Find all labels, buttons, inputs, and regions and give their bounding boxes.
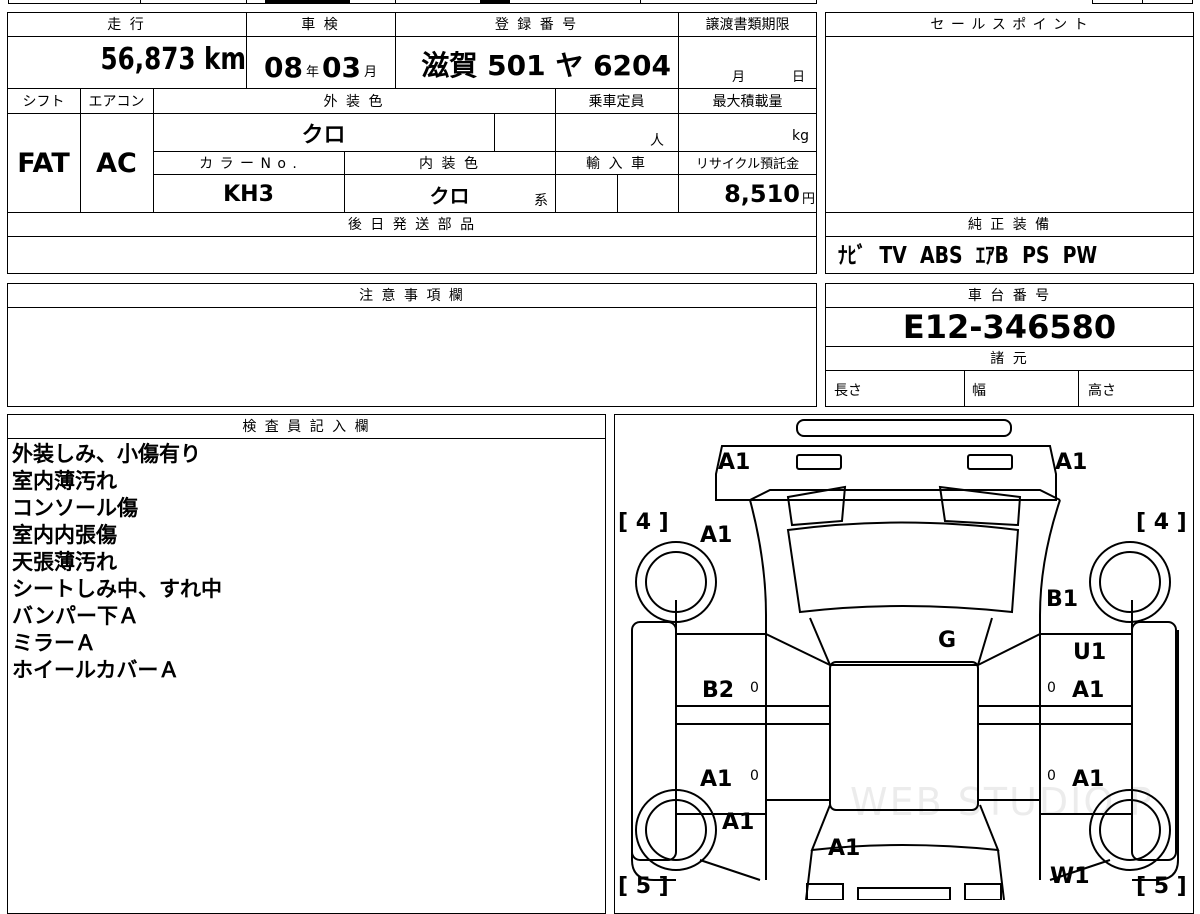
watermark: WEB STUDIO PRO	[850, 780, 1150, 824]
mark-right-rear-fender: W1	[1050, 864, 1090, 889]
mark-zero-rf: 0	[1047, 680, 1056, 696]
mark-front-left-fender: A1	[700, 523, 733, 548]
tire-rear-left: [ 5 ]	[618, 874, 669, 899]
mark-front-right-fender: B1	[1046, 587, 1079, 612]
mark-right-front-door-top: U1	[1073, 640, 1107, 665]
mark-windshield: G	[938, 628, 957, 653]
mark-rear-hatch: A1	[828, 836, 861, 861]
mark-left-rear-door: A1	[700, 767, 733, 792]
mark-zero-lr: 0	[750, 768, 759, 784]
mark-front-bumper-right: A1	[1055, 450, 1088, 475]
mark-front-bumper-left: A1	[718, 450, 751, 475]
tire-front-left: [ 4 ]	[618, 510, 669, 535]
mark-zero-lf: 0	[750, 680, 759, 696]
mark-left-rear-fender: A1	[722, 810, 755, 835]
car-damage-diagram	[631, 419, 1179, 900]
mark-right-front-door: A1	[1072, 678, 1105, 703]
tire-rear-right: [ 5 ]	[1136, 874, 1187, 899]
mark-left-front-door: B2	[702, 678, 735, 703]
tire-front-right: [ 4 ]	[1136, 510, 1187, 535]
